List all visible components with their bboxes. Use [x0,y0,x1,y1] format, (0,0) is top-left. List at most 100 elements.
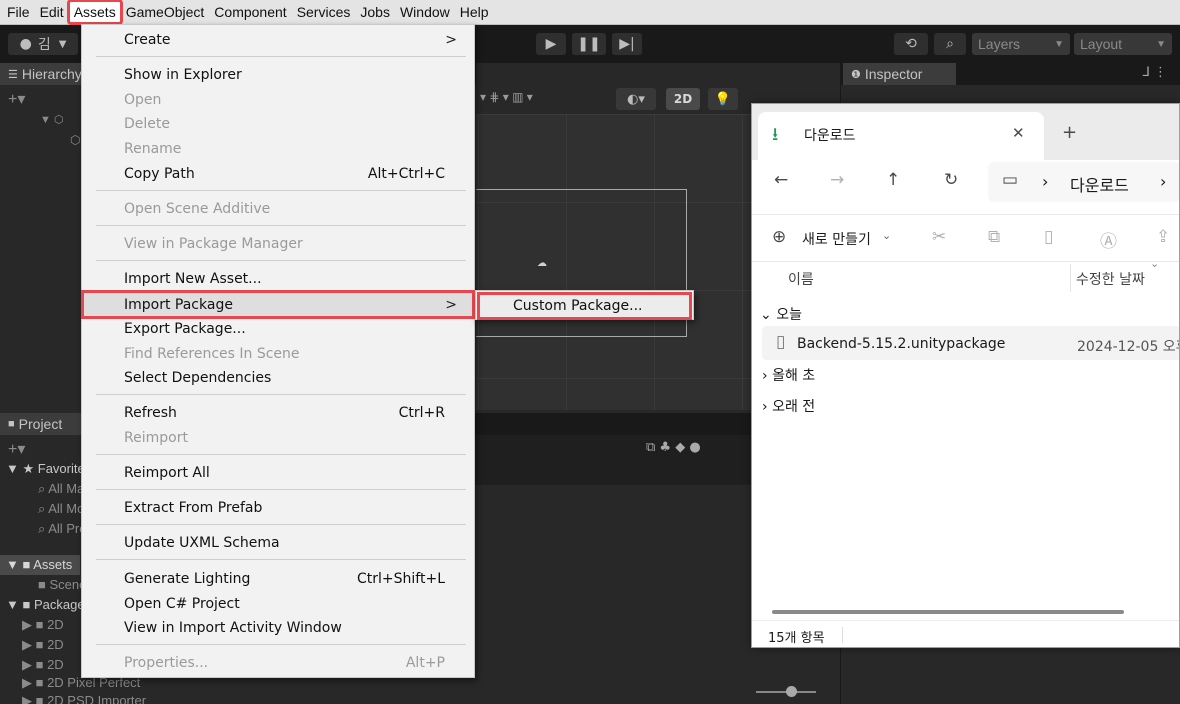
share-icon: ⇪ [1156,227,1171,247]
menu-jobs[interactable]: Jobs [355,1,395,23]
lighting-toggle[interactable]: 💡 [708,88,738,110]
package-item-1[interactable]: ▶ ■ 2D [22,637,64,653]
menu-item-import-package[interactable]: Import Package > [81,290,475,319]
create-asset-icon[interactable]: +▾ [8,439,25,459]
menu-item-copy-path[interactable]: Copy Path Alt+Ctrl+C [82,162,474,186]
menu-item-label: Refresh [124,405,177,421]
computer-icon: ▭ [1002,170,1019,190]
submenu-arrow-icon: > [445,32,457,48]
account-icon: ● [19,36,32,52]
menu-item-label: Open Scene Additive [124,201,271,217]
menu-item-update-uxml[interactable]: Update UXML Schema [82,531,474,555]
menu-assets[interactable]: Assets [66,0,123,25]
group-today[interactable]: ⌄ 오늘 [760,304,802,324]
up-icon[interactable]: ↑ [886,170,900,190]
copy-icon: ⧉ [988,227,1001,247]
menu-separator [96,56,466,57]
group-this-year[interactable]: › 올해 초 [762,365,815,385]
menu-window[interactable]: Window [395,1,455,23]
column-header-modified[interactable]: 수정한 날짜 [1076,269,1145,289]
new-button[interactable]: 새로 만들기 [802,229,871,249]
package-item-4[interactable]: ▶ ■ 2D PSD Importer [22,693,146,704]
horizontal-scrollbar[interactable] [772,610,1124,614]
pause-button[interactable]: ❚❚ [572,33,606,55]
menu-component[interactable]: Component [209,1,291,23]
history-button[interactable]: ⟲ [894,33,928,55]
menu-separator [96,644,466,645]
lock-icon[interactable]: ᒧ ⋮ [1142,65,1167,80]
explorer-tab-title: 다운로드 [804,128,856,144]
folder-icon: ■ [8,418,15,430]
menu-help[interactable]: Help [455,1,494,23]
assets-folder[interactable]: ▼ ■ Assets [6,557,72,572]
address-bar[interactable]: ▭ › 다운로드 › [988,162,1179,202]
layers-dropdown[interactable]: Layers ▼ [972,33,1070,55]
tab-project[interactable]: ■ Project [0,413,82,435]
new-tab-icon[interactable]: + [1062,122,1077,143]
back-icon[interactable]: ← [774,170,788,190]
menu-item-export-package[interactable]: Export Package... [82,317,474,341]
chevron-down-icon: ▼ [58,38,67,50]
scene-root-icon[interactable]: ▼ ⬡ [40,113,64,126]
menu-item-label: Copy Path [124,166,195,182]
menu-services[interactable]: Services [292,1,356,23]
menu-item-view-import-activity[interactable]: View in Import Activity Window [82,616,474,640]
lightbulb-icon: 💡 [714,91,732,107]
menu-item-label: Open C# Project [124,596,240,612]
zoom-slider-thumb[interactable] [786,686,797,697]
menu-edit[interactable]: Edit [35,1,69,23]
explorer-tabstrip: ⭳ 다운로드 ✕ + [752,104,1179,160]
explorer-tab[interactable]: ⭳ 다운로드 ✕ [758,112,1044,160]
account-button[interactable]: ● 김 ▼ [8,33,78,55]
inspector-tab-label: Inspector [864,66,923,82]
project-filter-icons[interactable]: ⧉ ♣ ◆ ● [646,440,701,455]
menu-item-show-in-explorer[interactable]: Show in Explorer [82,63,474,87]
menu-item-label: Open [124,92,162,108]
menu-item-extract-from-prefab[interactable]: Extract From Prefab [82,496,474,520]
package-label: 2D [47,637,64,652]
gizmo-tools[interactable]: ▾ ⋕ ▾ ▥ ▾ [480,90,533,104]
group-long-ago[interactable]: › 오래 전 [762,396,815,416]
menu-item-import-new-asset[interactable]: Import New Asset... [82,267,474,291]
refresh-icon[interactable]: ↻ [944,170,958,190]
menu-file[interactable]: File [2,1,35,23]
step-icon: ▶| [619,36,635,52]
history-icon: ⟲ [905,36,917,52]
packages-folder[interactable]: ▼ ■ Packages [6,597,91,612]
column-header-name[interactable]: 이름 [788,269,814,289]
menu-item-refresh[interactable]: Refresh Ctrl+R [82,401,474,425]
shading-mode-button[interactable]: ◐▾ [616,88,656,110]
menu-item-open-csharp[interactable]: Open C# Project [82,592,474,616]
explorer-statusbar: 15개 항목 [752,620,1179,647]
breadcrumb[interactable]: 다운로드 [1070,172,1129,196]
file-modified: 2024-12-05 오후 [1077,339,1180,355]
package-label: 2D [47,657,64,672]
file-row[interactable]: ▯ Backend-5.15.2.unitypackage 2024-12-05… [762,326,1180,360]
gameobject-icon[interactable]: ⬡ [70,133,80,147]
menu-item-custom-package[interactable]: Custom Package... [477,292,692,320]
file-name: Backend-5.15.2.unitypackage [797,336,1006,352]
sort-chevron-icon: ⌄ [1150,257,1160,270]
sphere-icon: ◐▾ [627,91,645,107]
play-button[interactable]: ▶ [536,33,566,55]
tab-hierarchy[interactable]: ☰ Hierarchy [0,63,90,85]
menu-item-reimport-all[interactable]: Reimport All [82,461,474,485]
add-icon[interactable]: +▾ [8,89,25,109]
mode-2d-toggle[interactable]: 2D [666,88,700,110]
menu-item-create[interactable]: Create > [82,28,474,52]
step-button[interactable]: ▶| [612,33,642,55]
close-icon[interactable]: ✕ [1012,124,1025,142]
menu-item-label: Generate Lighting [124,571,251,587]
favorites-header[interactable]: ▼ ★ Favorites [6,461,91,477]
search-button[interactable]: ⌕ [934,33,966,55]
menu-item-generate-lighting[interactable]: Generate Lighting Ctrl+Shift+L [82,567,474,591]
cut-icon: ✂ [932,227,947,247]
package-item-0[interactable]: ▶ ■ 2D [22,617,64,633]
package-item-2[interactable]: ▶ ■ 2D [22,657,64,673]
menu-item-properties: Properties... Alt+P [82,651,474,675]
layout-dropdown[interactable]: Layout ▼ [1074,33,1172,55]
menu-separator [96,260,466,261]
menu-gameobject[interactable]: GameObject [121,1,210,23]
menu-item-select-dependencies[interactable]: Select Dependencies [82,366,474,390]
tab-inspector[interactable]: ❶ Inspector [843,63,956,85]
